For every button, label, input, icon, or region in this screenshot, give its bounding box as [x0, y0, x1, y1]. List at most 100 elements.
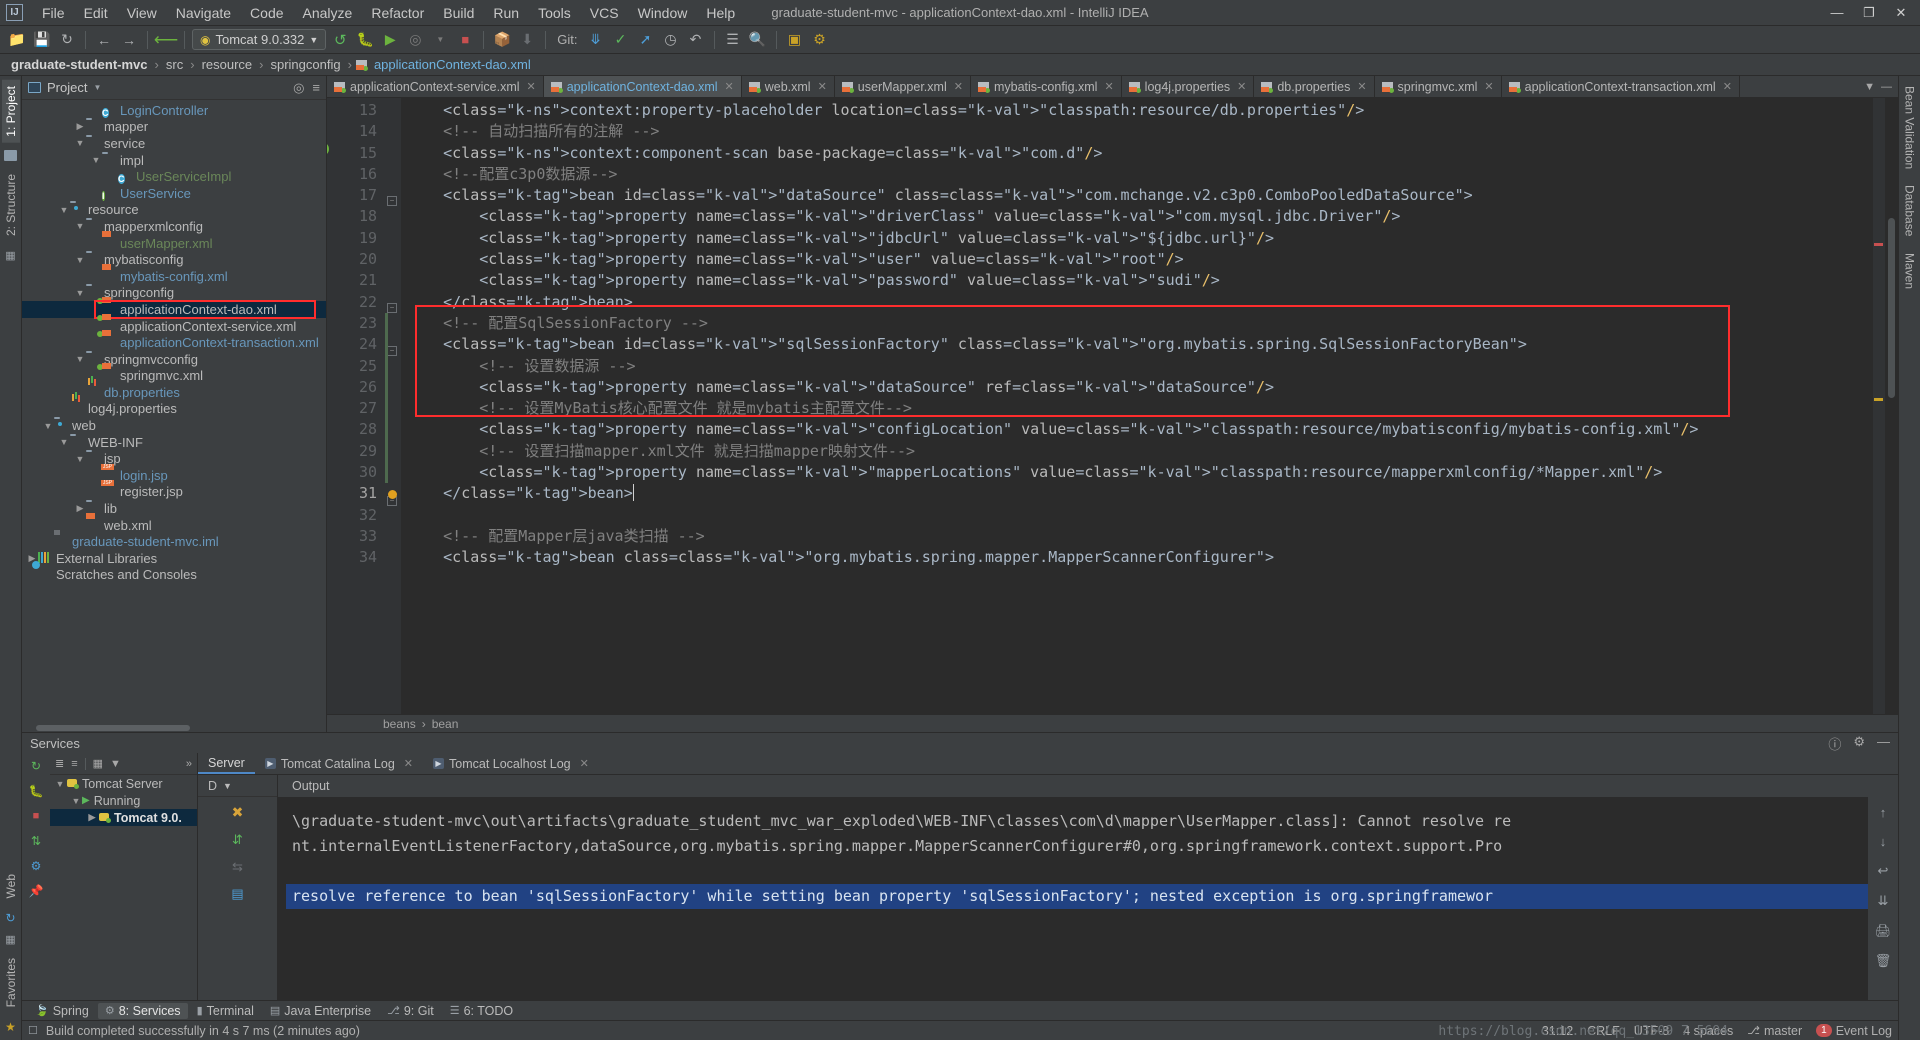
- line-number[interactable]: 18: [327, 206, 383, 227]
- build-download-icon[interactable]: ⬇: [516, 29, 538, 51]
- menu-refactor[interactable]: Refactor: [362, 2, 433, 24]
- close-icon[interactable]: ✕: [1237, 80, 1246, 93]
- line-number[interactable]: 27: [327, 398, 383, 419]
- chevron-down-icon[interactable]: ▼: [74, 454, 86, 464]
- error-icon[interactable]: ✖: [232, 804, 244, 821]
- code-line[interactable]: <class="k-tag">bean id=class="k-val">"sq…: [401, 334, 1873, 355]
- jump-to-source-icon[interactable]: ⟵: [154, 29, 178, 51]
- chevron-right-icon[interactable]: ▶: [74, 503, 86, 514]
- tree-item[interactable]: ▶ lib: [22, 500, 326, 517]
- stop-icon[interactable]: ■: [454, 29, 476, 51]
- console-line[interactable]: \graduate-student-mvc\out\artifacts\grad…: [292, 809, 1868, 834]
- close-icon[interactable]: ✕: [1886, 2, 1916, 24]
- code-line[interactable]: <class="k-tag">bean class=class="k-val">…: [401, 547, 1873, 568]
- menu-code[interactable]: Code: [241, 2, 292, 24]
- tool-button-maven[interactable]: Maven: [1901, 247, 1919, 295]
- code-content[interactable]: <class="k-ns">context:property-placehold…: [401, 98, 1873, 714]
- close-icon[interactable]: ✕: [1723, 80, 1732, 93]
- code-line[interactable]: <class="k-tag">property name=class="k-va…: [401, 206, 1873, 227]
- service-tree-item[interactable]: ▼ ▶ Running: [50, 792, 197, 809]
- gear-icon[interactable]: ⚙: [1853, 734, 1865, 753]
- tree-item[interactable]: ▼ web: [22, 417, 326, 434]
- tool-button-structure[interactable]: 2: Structure: [2, 168, 20, 242]
- menu-run[interactable]: Run: [484, 2, 528, 24]
- editor-tab[interactable]: userMapper.xml ✕: [835, 76, 971, 97]
- tree-item[interactable]: graduate-student-mvc.iml: [22, 533, 326, 550]
- tree-item[interactable]: C UserServiceImpl: [22, 168, 326, 185]
- project-tree[interactable]: C LoginController ▶ mapper ▼ service ▼ impl C Use…: [22, 100, 326, 724]
- breadcrumb-resource[interactable]: resource: [199, 56, 256, 73]
- chevron-down-icon[interactable]: ▼: [74, 221, 86, 231]
- code-line[interactable]: <!-- 配置Mapper层java类扫描 -->: [401, 526, 1873, 547]
- tree-item[interactable]: ▼ service: [22, 135, 326, 152]
- tool-window-button[interactable]: ▮ Terminal: [190, 1003, 261, 1019]
- code-line[interactable]: </class="k-tag">bean>: [401, 483, 1873, 504]
- tool-button-bean-validation[interactable]: Bean Validation: [1901, 80, 1919, 175]
- maximize-icon[interactable]: ❐: [1854, 2, 1884, 24]
- commit-icon[interactable]: ✓: [610, 29, 632, 51]
- chevron-down-icon[interactable]: ▼: [93, 83, 101, 92]
- git-branch[interactable]: master: [1764, 1024, 1802, 1038]
- code-line[interactable]: <class="k-tag">bean id=class="k-val">"da…: [401, 185, 1873, 206]
- expand-icon[interactable]: ⇵: [232, 832, 243, 848]
- tree-item[interactable]: ▶ mapper: [22, 119, 326, 136]
- locate-icon[interactable]: ◎: [293, 80, 304, 96]
- line-number[interactable]: 13: [327, 100, 383, 121]
- line-number[interactable]: 25: [327, 356, 383, 377]
- editor-tab[interactable]: web.xml ✕: [742, 76, 835, 97]
- close-icon[interactable]: ✕: [580, 757, 589, 770]
- line-number[interactable]: 29: [327, 441, 383, 462]
- menu-help[interactable]: Help: [697, 2, 744, 24]
- stop-icon[interactable]: ■: [28, 808, 44, 824]
- editor-tab[interactable]: log4j.properties ✕: [1122, 76, 1255, 97]
- editor-breadcrumb-beans[interactable]: beans: [383, 717, 416, 731]
- line-number[interactable]: 31: [327, 483, 383, 504]
- tree-item[interactable]: register.jsp: [22, 484, 326, 501]
- close-icon[interactable]: ✕: [1104, 80, 1113, 93]
- push-icon[interactable]: ➚: [635, 29, 657, 51]
- structure-icon[interactable]: ▣: [784, 29, 806, 51]
- chevron-down-icon[interactable]: ▼: [74, 255, 86, 265]
- hide-icon[interactable]: —: [1877, 734, 1890, 753]
- chevron-down-icon[interactable]: ▼: [1864, 81, 1875, 93]
- scroll-up-icon[interactable]: ↑: [1880, 805, 1887, 820]
- tree-item-selected[interactable]: applicationContext-dao.xml: [22, 301, 326, 318]
- line-number[interactable]: 30: [327, 462, 383, 483]
- chevron-right-icon[interactable]: ▶: [86, 812, 98, 823]
- fold-marker-icon[interactable]: −: [387, 196, 397, 206]
- tree-item[interactable]: springmvc.xml: [22, 368, 326, 385]
- service-tree-item[interactable]: ▼ Tomcat Server: [50, 775, 197, 792]
- tree-item[interactable]: C LoginController: [22, 102, 326, 119]
- grid-icon[interactable]: ▦: [5, 933, 15, 946]
- line-number[interactable]: 19: [327, 228, 383, 249]
- line-number[interactable]: 32: [327, 505, 383, 526]
- print-icon[interactable]: 🖨: [1875, 923, 1892, 939]
- tree-item[interactable]: applicationContext-transaction.xml: [22, 334, 326, 351]
- rerun-icon[interactable]: ↻: [28, 758, 44, 774]
- breadcrumb-file[interactable]: applicationContext-dao.xml: [371, 56, 534, 73]
- clear-all-icon[interactable]: 🗑: [1875, 953, 1892, 969]
- warning-bulb-icon[interactable]: [388, 490, 397, 499]
- tool-button-favorites[interactable]: Favorites: [2, 952, 20, 1013]
- chevron-down-icon[interactable]: ▼: [42, 421, 54, 431]
- tree-item[interactable]: Scratches and Consoles: [22, 567, 326, 584]
- editor-tab[interactable]: springmvc.xml ✕: [1375, 76, 1502, 97]
- console-line-highlighted[interactable]: resolve reference to bean 'sqlSessionFac…: [286, 884, 1868, 909]
- close-icon[interactable]: ✕: [725, 80, 734, 93]
- menu-analyze[interactable]: Analyze: [294, 2, 362, 24]
- refresh-icon[interactable]: ↻: [5, 911, 15, 925]
- line-number[interactable]: 23: [327, 313, 383, 334]
- close-icon[interactable]: ✕: [1484, 80, 1493, 93]
- scroll-to-end-icon[interactable]: ⇊: [1878, 893, 1889, 909]
- group-icon[interactable]: ▦: [93, 757, 103, 770]
- tree-item[interactable]: log4j.properties: [22, 401, 326, 418]
- close-icon[interactable]: ✕: [954, 80, 963, 93]
- tool-button-project[interactable]: 1: Project: [1, 80, 20, 143]
- more-icon[interactable]: »: [186, 758, 192, 770]
- tree-item[interactable]: I UserService: [22, 185, 326, 202]
- project-tree-hscrollbar[interactable]: [22, 724, 326, 732]
- line-number[interactable]: 28: [327, 419, 383, 440]
- chevron-down-icon[interactable]: ▼: [70, 796, 82, 806]
- tool-window-button[interactable]: ⎇ 9: Git: [380, 1003, 441, 1019]
- back-icon[interactable]: ←: [93, 29, 115, 51]
